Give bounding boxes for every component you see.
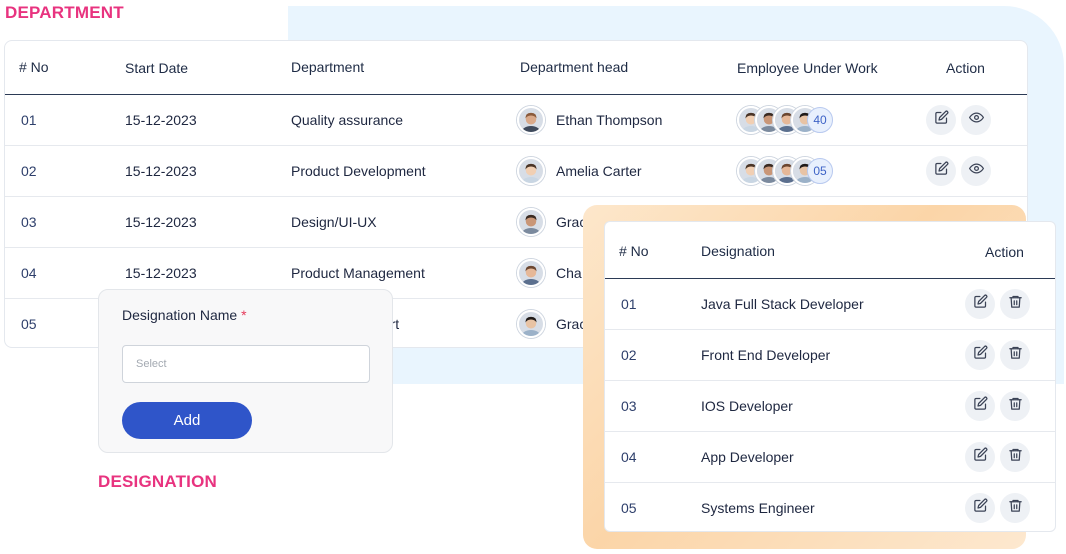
start-date: 15-12-2023 xyxy=(125,163,197,179)
avatar xyxy=(517,208,545,236)
col-action: Action xyxy=(985,244,1024,260)
add-button[interactable]: Add xyxy=(122,402,252,439)
trash-icon xyxy=(1008,345,1023,365)
edit-icon xyxy=(934,110,949,130)
edit-icon xyxy=(973,396,988,416)
designation-name-input[interactable] xyxy=(122,345,370,383)
edit-icon xyxy=(973,294,988,314)
col-designation: Designation xyxy=(701,243,775,259)
department-head-name: Grac xyxy=(556,214,587,230)
department-name: Quality assurance xyxy=(291,112,404,128)
department-head-name: Ethan Thompson xyxy=(556,112,663,128)
edit-icon xyxy=(973,345,988,365)
row-number: 01 xyxy=(621,296,637,312)
table-row: 02 Front End Developer xyxy=(605,330,1055,381)
row-number: 04 xyxy=(21,265,37,281)
table-row: 04 App Developer xyxy=(605,432,1055,483)
table-row: 02 15-12-2023 Product Development Amelia Ca… xyxy=(5,146,1027,197)
employee-count-badge: 05 xyxy=(807,158,833,184)
avatar xyxy=(517,157,545,185)
edit-button[interactable] xyxy=(965,442,995,472)
edit-button[interactable] xyxy=(965,391,995,421)
department-head-name: Cha xyxy=(556,265,582,281)
trash-icon xyxy=(1008,498,1023,518)
edit-button[interactable] xyxy=(926,156,956,186)
edit-button[interactable] xyxy=(965,340,995,370)
row-number: 05 xyxy=(21,316,37,332)
row-number: 05 xyxy=(621,500,637,516)
col-no: # No xyxy=(619,243,649,259)
table-row: 05 Systems Engineer xyxy=(605,483,1055,531)
designation-heading: DESIGNATION xyxy=(98,472,218,491)
col-no: # No xyxy=(19,59,49,75)
designation-name: IOS Developer xyxy=(701,398,793,414)
col-start-date: Start Date xyxy=(125,60,189,76)
table-row: 01 Java Full Stack Developer xyxy=(605,279,1055,330)
department-name: Product Development xyxy=(291,163,426,179)
edit-icon xyxy=(973,498,988,518)
designation-name-label-text: Designation Name xyxy=(122,307,238,323)
department-head-name: Amelia Carter xyxy=(556,163,642,179)
delete-button[interactable] xyxy=(1000,391,1030,421)
row-number: 03 xyxy=(621,398,637,414)
avatar xyxy=(517,259,545,287)
department-table-header: # No Start Date Department Department he… xyxy=(5,41,1027,95)
department-name: Product Management xyxy=(291,265,425,281)
view-button[interactable] xyxy=(961,156,991,186)
employee-avatars[interactable]: 40 xyxy=(737,106,867,136)
designation-name-label: Designation Name * xyxy=(122,307,247,323)
edit-icon xyxy=(934,161,949,181)
designation-table-header: # No Designation Action xyxy=(605,222,1055,279)
edit-icon xyxy=(973,447,988,467)
col-employee-under-work: Employee Under Work xyxy=(737,60,878,76)
employee-count-badge: 40 xyxy=(807,107,833,133)
avatar xyxy=(517,106,545,134)
start-date: 15-12-2023 xyxy=(125,265,197,281)
designation-name: Java Full Stack Developer xyxy=(701,296,864,312)
designation-name: Systems Engineer xyxy=(701,500,815,516)
department-head-name: Grac xyxy=(556,316,587,332)
row-number: 02 xyxy=(621,347,637,363)
required-mark: * xyxy=(241,307,247,323)
delete-button[interactable] xyxy=(1000,289,1030,319)
row-number: 02 xyxy=(21,163,37,179)
department-heading: DEPARTMENT xyxy=(5,3,124,22)
employee-avatars[interactable]: 05 xyxy=(737,157,867,187)
row-number: 01 xyxy=(21,112,37,128)
eye-icon xyxy=(968,161,984,181)
col-department-head: Department head xyxy=(520,59,629,75)
eye-icon xyxy=(968,110,984,130)
table-row: 01 15-12-2023 Quality assurance Ethan Thomp… xyxy=(5,95,1027,146)
start-date: 15-12-2023 xyxy=(125,112,197,128)
col-action: Action xyxy=(946,60,985,76)
edit-button[interactable] xyxy=(965,493,995,523)
view-button[interactable] xyxy=(961,105,991,135)
row-number: 04 xyxy=(621,449,637,465)
trash-icon xyxy=(1008,294,1023,314)
delete-button[interactable] xyxy=(1000,442,1030,472)
col-department: Department xyxy=(291,59,365,75)
table-row: 03 IOS Developer xyxy=(605,381,1055,432)
designation-name: App Developer xyxy=(701,449,794,465)
edit-button[interactable] xyxy=(965,289,995,319)
department-name: Design/UI-UX xyxy=(291,214,377,230)
start-date: 15-12-2023 xyxy=(125,214,197,230)
row-number: 03 xyxy=(21,214,37,230)
delete-button[interactable] xyxy=(1000,340,1030,370)
edit-button[interactable] xyxy=(926,105,956,135)
delete-button[interactable] xyxy=(1000,493,1030,523)
designation-table: # No Designation Action 01 Java Full Stac… xyxy=(604,221,1056,532)
designation-name: Front End Developer xyxy=(701,347,831,363)
designation-form: Designation Name* Add xyxy=(98,289,393,453)
avatar xyxy=(517,310,545,338)
trash-icon xyxy=(1008,447,1023,467)
trash-icon xyxy=(1008,396,1023,416)
